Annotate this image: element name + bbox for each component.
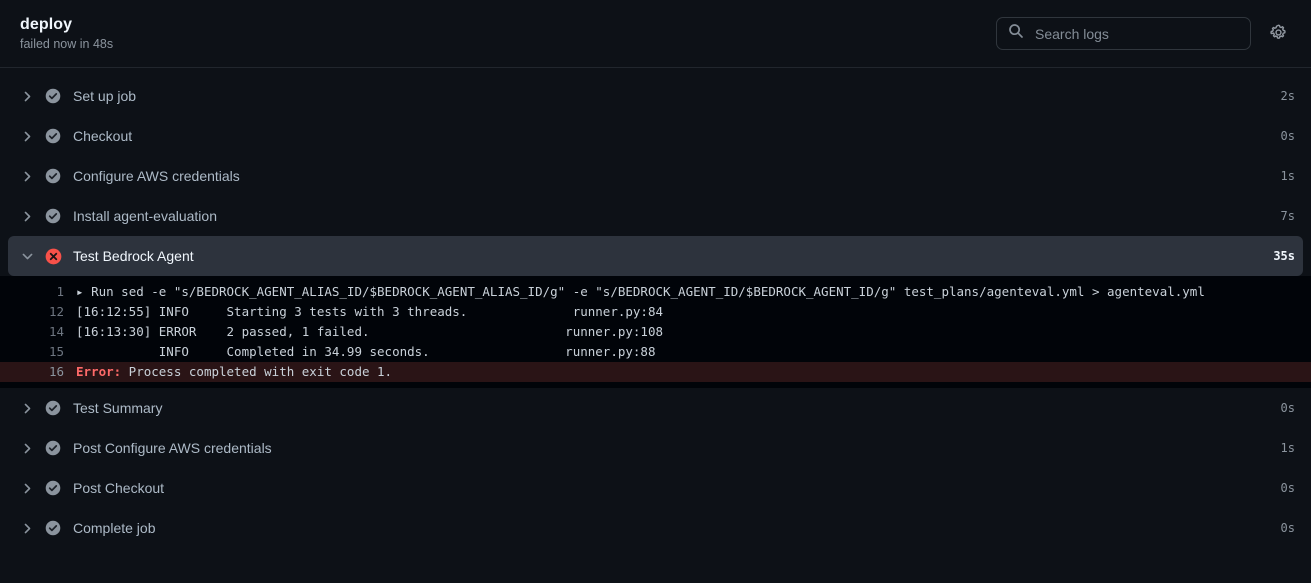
log-line-number: 12 <box>48 304 64 319</box>
step-label: Set up job <box>73 88 137 104</box>
search-logs-box[interactable] <box>996 17 1251 50</box>
step-row-checkout[interactable]: Checkout 0s <box>0 116 1311 156</box>
run-command-caret-icon: ▸ <box>76 284 92 299</box>
step-row-post-checkout[interactable]: Post Checkout 0s <box>0 468 1311 508</box>
gear-icon <box>1269 24 1287 44</box>
step-row-set-up-job[interactable]: Set up job 2s <box>0 76 1311 116</box>
step-row-complete-job[interactable]: Complete job 0s <box>0 508 1311 548</box>
search-icon <box>1008 23 1024 44</box>
step-label: Checkout <box>73 128 133 144</box>
step-row-test-summary[interactable]: Test Summary 0s <box>0 388 1311 428</box>
log-line-number: 16 <box>48 364 64 379</box>
log-line-text: Error: Process completed with exit code … <box>76 362 392 382</box>
step-label: Post Configure AWS credentials <box>73 440 272 456</box>
job-status-text: failed now in 48s <box>20 36 114 51</box>
step-row-post-configure-aws-credentials[interactable]: Post Configure AWS credentials 1s <box>0 428 1311 468</box>
step-duration: 0s <box>1280 129 1295 143</box>
log-line-number: 15 <box>48 344 64 359</box>
log-line-text: INFO Completed in 34.99 seconds. runner.… <box>76 344 656 359</box>
success-check-icon <box>40 400 66 416</box>
step-duration: 7s <box>1280 209 1295 223</box>
log-line: 15 INFO Completed in 34.99 seconds. runn… <box>0 342 1311 362</box>
settings-button[interactable] <box>1265 21 1291 47</box>
step-label: Install agent-evaluation <box>73 208 217 224</box>
job-header: deploy failed now in 48s <box>0 0 1311 68</box>
error-label: Error: <box>76 364 122 379</box>
success-check-icon <box>40 208 66 224</box>
step-row-configure-aws-credentials[interactable]: Configure AWS credentials 1s <box>0 156 1311 196</box>
log-line: 14 [16:13:30] ERROR 2 passed, 1 failed. … <box>0 322 1311 342</box>
success-check-icon <box>40 480 66 496</box>
search-input[interactable] <box>1033 24 1239 43</box>
log-line-body: Process completed with exit code 1. <box>121 364 393 379</box>
log-output[interactable]: 1 ▸ Run sed -e "s/BEDROCK_AGENT_ALIAS_ID… <box>0 276 1311 388</box>
failure-x-icon <box>40 248 66 265</box>
chevron-right-icon[interactable] <box>14 170 40 183</box>
chevron-right-icon[interactable] <box>14 90 40 103</box>
step-row-install-agent-evaluation[interactable]: Install agent-evaluation 7s <box>0 196 1311 236</box>
chevron-right-icon[interactable] <box>14 442 40 455</box>
log-line-number: 1 <box>56 284 64 299</box>
step-label: Complete job <box>73 520 156 536</box>
step-duration: 0s <box>1280 401 1295 415</box>
step-row-test-bedrock-agent[interactable]: Test Bedrock Agent 35s <box>8 236 1303 276</box>
chevron-right-icon[interactable] <box>14 482 40 495</box>
success-check-icon <box>40 520 66 536</box>
page-title: deploy <box>20 15 73 33</box>
chevron-right-icon[interactable] <box>14 402 40 415</box>
step-label: Configure AWS credentials <box>73 168 240 184</box>
success-check-icon <box>40 128 66 144</box>
chevron-right-icon[interactable] <box>14 522 40 535</box>
step-duration: 0s <box>1280 521 1295 535</box>
success-check-icon <box>40 440 66 456</box>
log-line-number: 14 <box>48 324 64 339</box>
step-duration: 35s <box>1273 249 1295 263</box>
step-duration: 1s <box>1280 169 1295 183</box>
log-line-body: Run sed -e "s/BEDROCK_AGENT_ALIAS_ID/$BE… <box>91 284 1205 299</box>
log-line: 12 [16:12:55] INFO Starting 3 tests with… <box>0 302 1311 322</box>
step-duration: 2s <box>1280 89 1295 103</box>
chevron-right-icon[interactable] <box>14 210 40 223</box>
step-label: Post Checkout <box>73 480 165 496</box>
log-line-text: [16:12:55] INFO Starting 3 tests with 3 … <box>76 304 663 319</box>
log-line-text: ▸ Run sed -e "s/BEDROCK_AGENT_ALIAS_ID/$… <box>76 282 1205 302</box>
step-duration: 0s <box>1280 481 1295 495</box>
log-line-error: 16 Error: Process completed with exit co… <box>0 362 1311 382</box>
step-label: Test Summary <box>73 400 163 416</box>
steps-list: Set up job 2s Checkout 0s Configure AWS … <box>0 68 1311 548</box>
chevron-down-icon[interactable] <box>14 250 40 263</box>
chevron-right-icon[interactable] <box>14 130 40 143</box>
log-line: 1 ▸ Run sed -e "s/BEDROCK_AGENT_ALIAS_ID… <box>0 282 1311 302</box>
header-actions <box>996 17 1291 50</box>
log-line-text: [16:13:30] ERROR 2 passed, 1 failed. run… <box>76 324 663 339</box>
success-check-icon <box>40 168 66 184</box>
step-duration: 1s <box>1280 441 1295 455</box>
success-check-icon <box>40 88 66 104</box>
job-meta: deploy failed now in 48s <box>20 16 113 52</box>
step-label: Test Bedrock Agent <box>73 248 194 264</box>
